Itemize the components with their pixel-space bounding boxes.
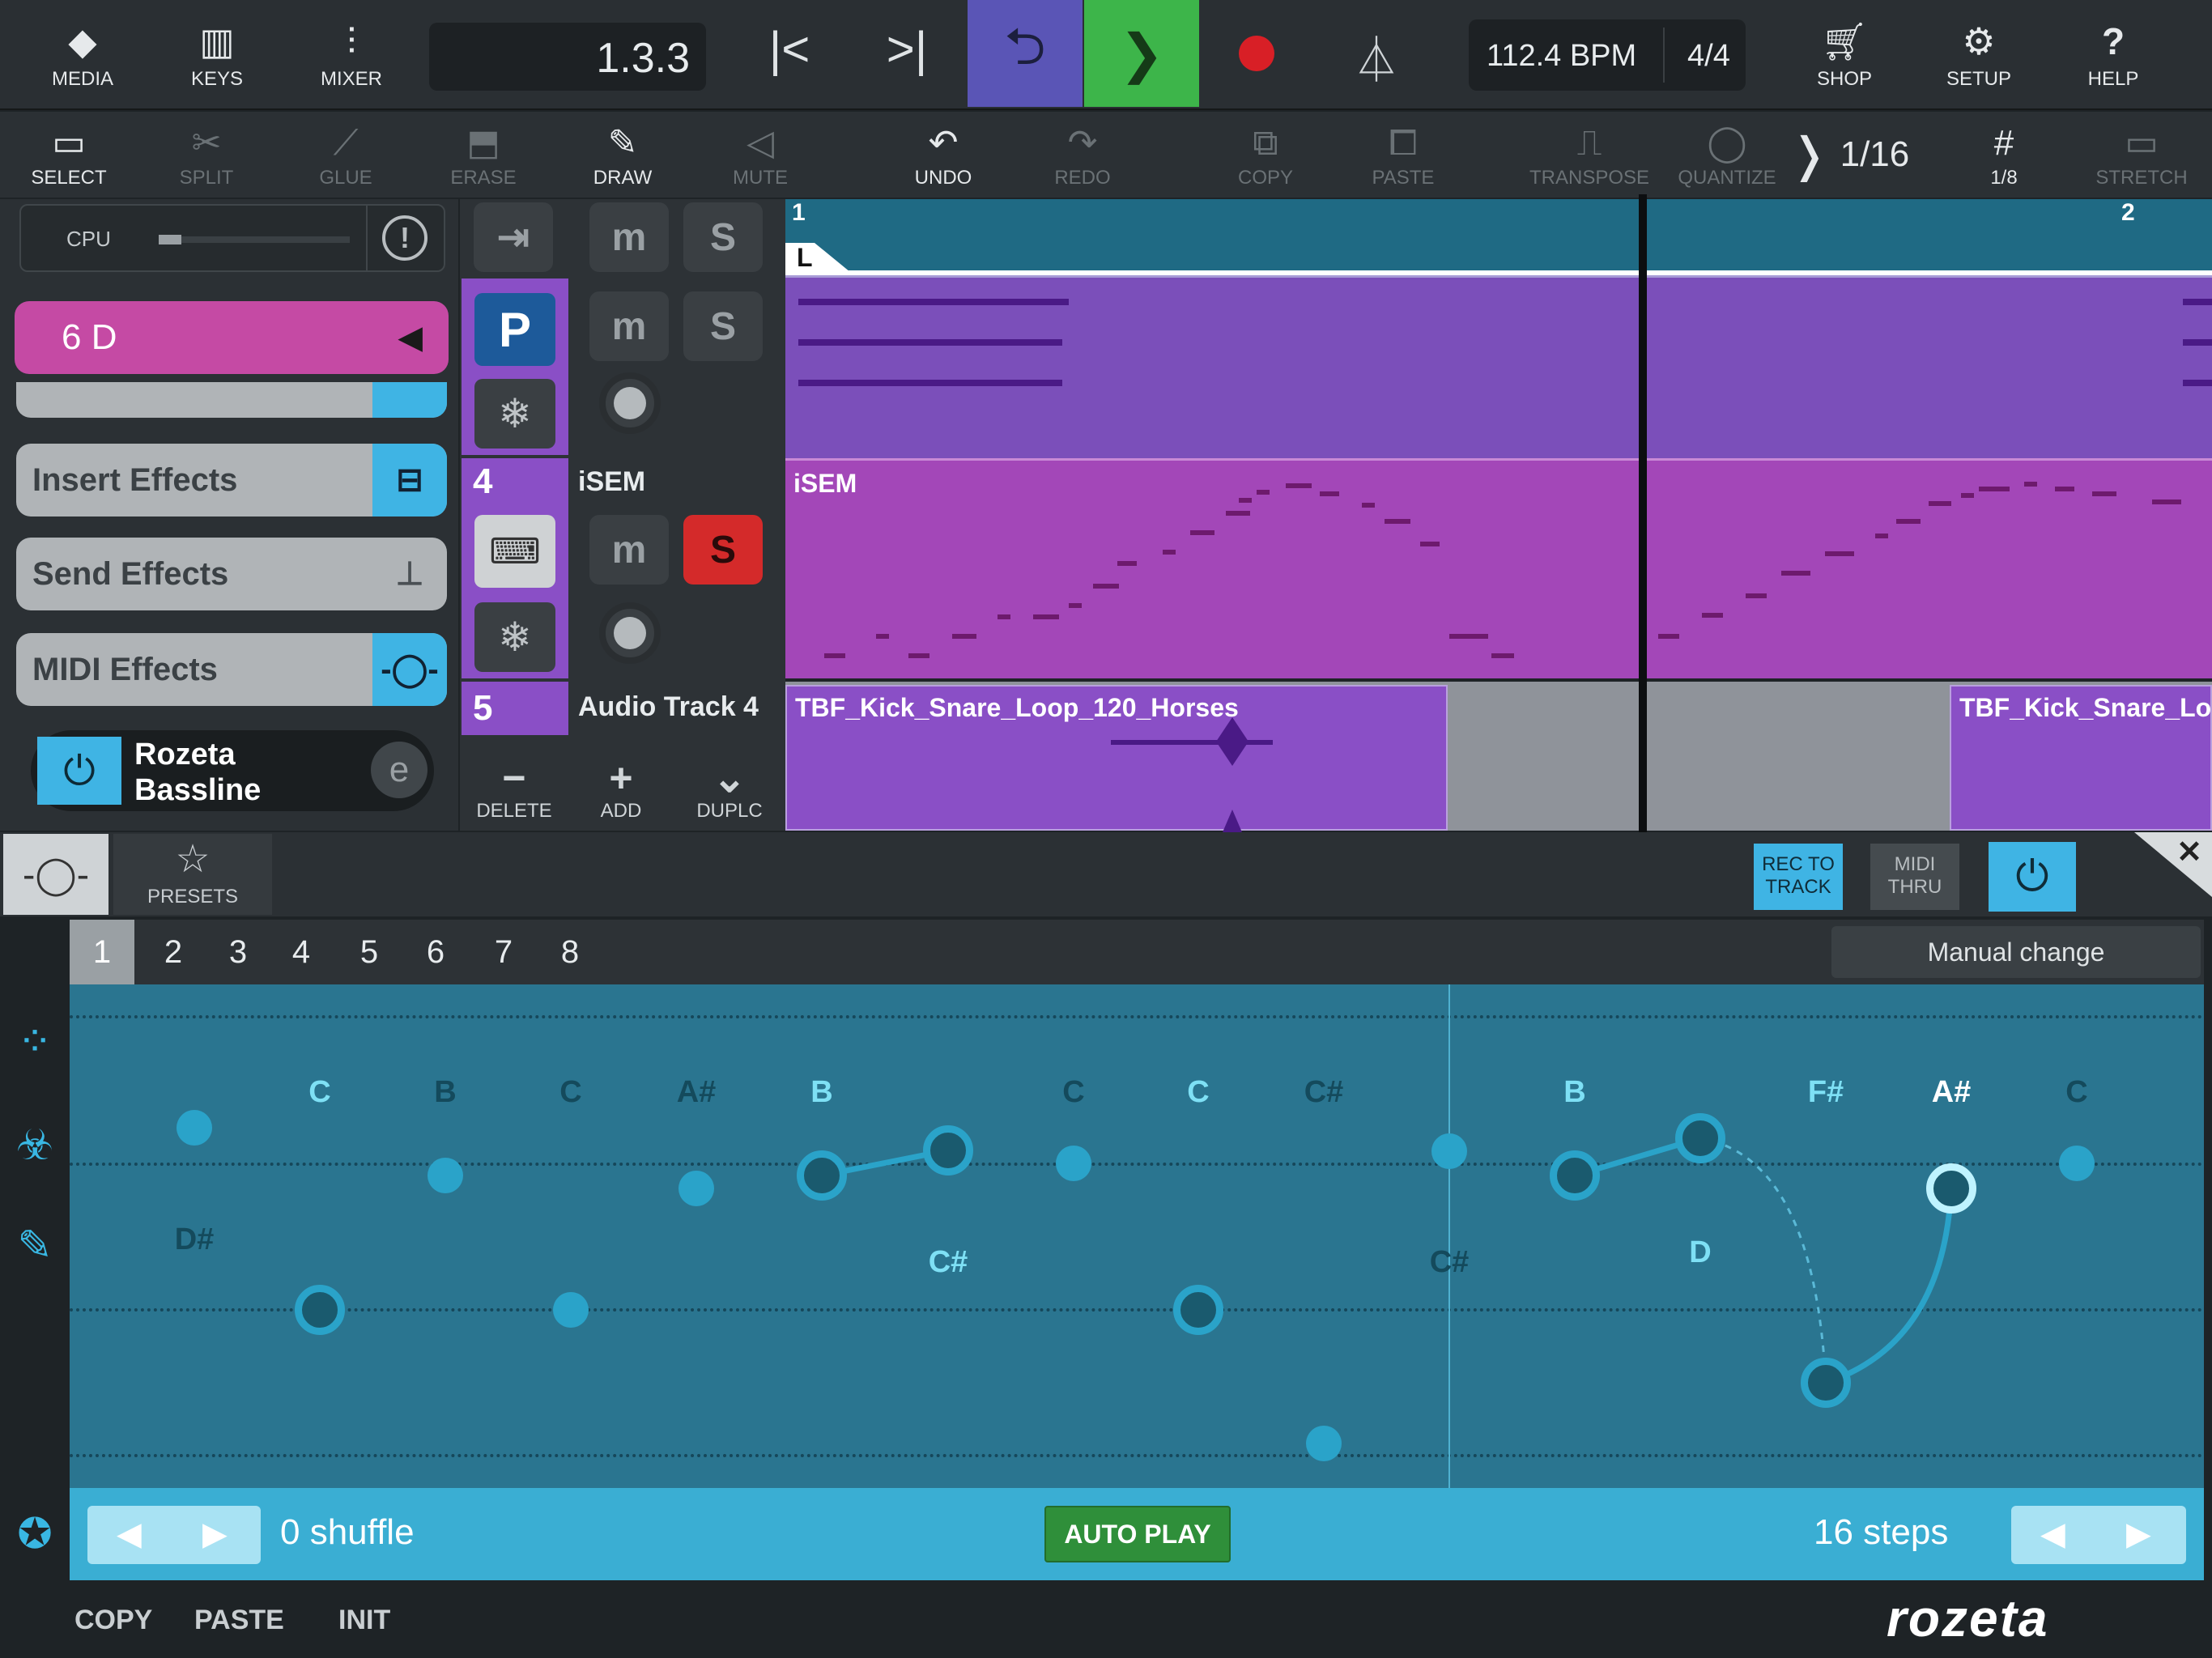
shuffle-decrease-icon[interactable]: ◀ — [117, 1516, 142, 1553]
pattern-paste-button[interactable]: PASTE — [194, 1605, 284, 1636]
note-connections — [821, 1135, 1955, 1386]
step-note-tied[interactable] — [1675, 1113, 1725, 1163]
note-label: B — [1563, 1075, 1586, 1109]
rozeta-logo: rozeta — [1887, 1589, 2049, 1647]
note-label: B — [810, 1075, 833, 1109]
pencil-icon[interactable]: ✎ — [6, 1218, 63, 1274]
pattern-copy-button[interactable]: COPY — [74, 1605, 152, 1636]
note-label: C — [308, 1075, 331, 1109]
note-label: A# — [676, 1075, 717, 1109]
note-label: C# — [1304, 1075, 1344, 1109]
glide-line — [1699, 1137, 1827, 1384]
step-note[interactable] — [1431, 1133, 1467, 1169]
note-label: F# — [1807, 1075, 1844, 1109]
steps-increase-icon[interactable]: ▶ — [2126, 1516, 2151, 1553]
steps-decrease-icon[interactable]: ◀ — [2040, 1516, 2065, 1553]
step-note[interactable] — [553, 1292, 589, 1328]
step-note[interactable] — [1306, 1426, 1342, 1461]
note-label: B — [434, 1075, 457, 1109]
steps-value: 16 steps — [1814, 1512, 1949, 1552]
shuffle-value: 0 shuffle — [280, 1512, 415, 1552]
biohazard-icon[interactable]: ☣ — [6, 1117, 63, 1174]
tie-line — [1824, 1188, 1955, 1386]
note-label: C — [559, 1075, 582, 1109]
dice-icon[interactable]: ⁘ — [6, 1014, 63, 1070]
note-label: C — [2065, 1075, 2088, 1109]
step-note-selected[interactable] — [1926, 1163, 1976, 1214]
step-note-tied[interactable] — [1173, 1285, 1223, 1335]
step-note[interactable] — [428, 1158, 463, 1193]
note-label: A# — [1931, 1075, 1972, 1109]
step-note-tied[interactable] — [1550, 1150, 1600, 1201]
step-note[interactable] — [2059, 1146, 2095, 1181]
step-note-tied[interactable] — [295, 1285, 345, 1335]
step-note-tied[interactable] — [923, 1125, 973, 1175]
steps-stepper[interactable]: ◀ ▶ — [2011, 1506, 2186, 1564]
note-label: C# — [928, 1245, 968, 1279]
shuffle-increase-icon[interactable]: ▶ — [202, 1516, 228, 1553]
note-label: D — [1689, 1235, 1712, 1269]
note-label: C — [1187, 1075, 1210, 1109]
step-note[interactable] — [177, 1110, 212, 1146]
pattern-init-button[interactable]: INIT — [338, 1605, 390, 1636]
step-note[interactable] — [678, 1171, 714, 1206]
shuffle-stepper[interactable]: ◀ ▶ — [87, 1506, 261, 1564]
auto-play-button[interactable]: AUTO PLAY — [1044, 1506, 1231, 1562]
note-label: C — [1062, 1075, 1085, 1109]
step-note-tied[interactable] — [797, 1150, 847, 1201]
note-label: C# — [1429, 1245, 1470, 1279]
step-note-tied[interactable] — [1801, 1358, 1851, 1408]
step-note[interactable] — [1056, 1146, 1091, 1181]
note-label: D# — [174, 1222, 215, 1256]
palette-icon[interactable]: ✪ — [6, 1506, 63, 1562]
